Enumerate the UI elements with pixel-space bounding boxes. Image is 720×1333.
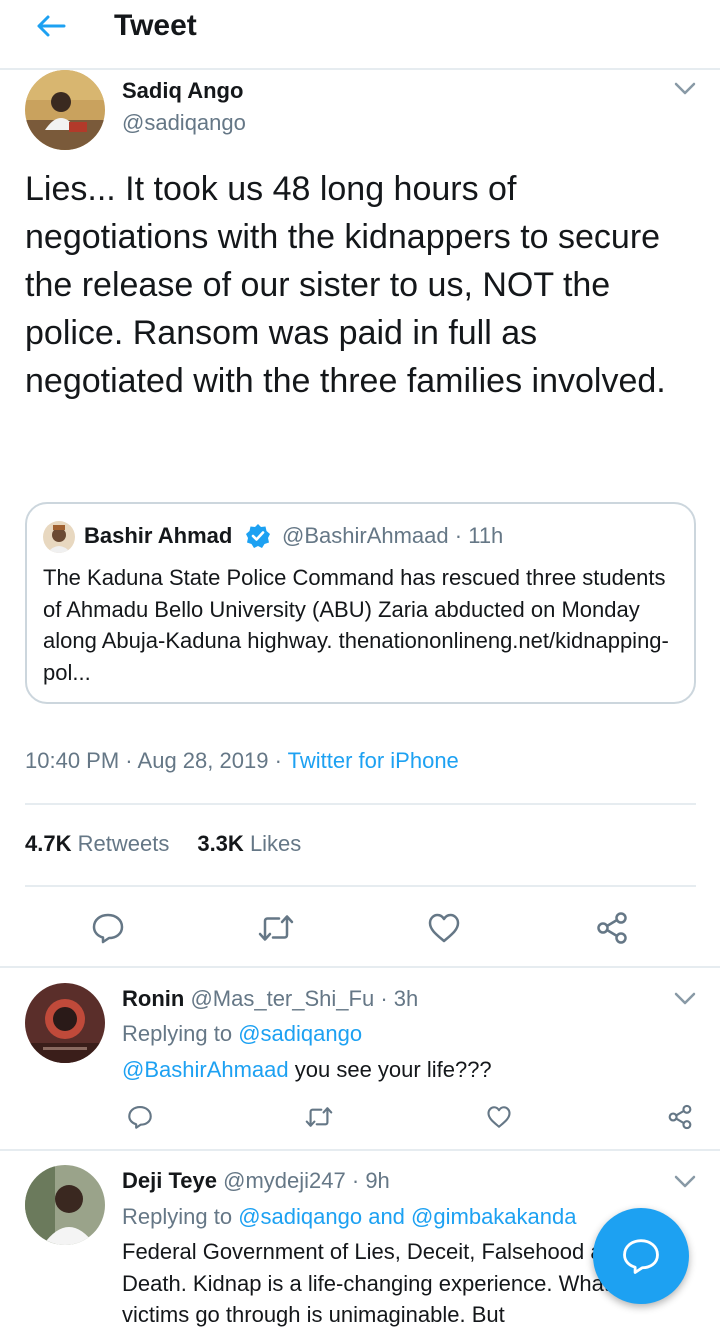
retweet-button[interactable] [254,906,298,950]
divider [25,803,696,805]
divider [0,966,720,968]
retweet-icon [258,915,294,941]
share-icon [597,912,627,944]
divider [25,885,696,887]
meta-separator: · [380,986,388,1011]
like-icon [428,913,460,943]
replying-to-handle[interactable]: @gimbakakanda [411,1204,576,1229]
mention-link[interactable]: @BashirAhmaad [122,1057,289,1082]
reply-avatar[interactable] [25,983,105,1063]
author-handle[interactable]: @sadiqango [122,108,246,138]
reply-retweet-button[interactable] [302,1101,336,1133]
reply-body: you see your life??? [294,1057,492,1082]
retweet-icon [305,1107,333,1127]
compose-reply-icon [623,1239,659,1274]
reply-options-button[interactable] [670,987,700,1011]
author-avatar[interactable] [25,70,105,150]
tweet-options-button[interactable] [670,77,700,101]
share-button[interactable] [590,906,634,950]
replying-to-handle[interactable]: @sadiqango [238,1021,362,1046]
reply-time: 9h [365,1168,390,1193]
replying-to-handle[interactable]: @sadiqango [238,1204,362,1229]
reply-options-button[interactable] [670,1170,700,1194]
tweet-date: Aug 28, 2019 [137,748,269,773]
reply-author: Ronin @Mas_ter_Shi_Fu · 3h [122,984,418,1014]
quoted-author-avatar [43,521,75,553]
meta-separator: · [125,748,133,773]
replying-to-label: Replying to [122,1021,233,1046]
tweet-timestamp: 10:40 PM · Aug 28, 2019 · Twitter for iP… [25,745,459,777]
meta-separator: · [454,523,463,548]
page-title: Tweet [114,9,197,42]
reply-author-name[interactable]: Ronin [122,986,184,1011]
back-arrow-icon [37,15,66,37]
reply-like-button[interactable] [483,1101,515,1133]
tweet-time: 10:40 PM [25,748,120,773]
likes-stat[interactable]: 3.3K Likes [197,831,301,856]
meta-separator: · [351,1168,360,1193]
reply-body: Federal Government of Lies, Deceit, Fals… [122,1239,647,1327]
like-button[interactable] [422,906,466,950]
retweets-stat[interactable]: 4.7K Retweets [25,831,169,856]
author-name[interactable]: Sadiq Ango [122,76,243,106]
like-icon [487,1106,511,1128]
reply-icon [128,1105,152,1129]
reply-icon [92,913,124,944]
chevron-down-icon [674,992,696,1005]
meta-separator: · [274,748,282,773]
quoted-meta: @BashirAhmaad · 11h [282,521,503,551]
back-button[interactable] [28,10,74,42]
reply-reply-button[interactable] [124,1101,156,1133]
reply-author: Deji Teye @mydeji247 · 9h [122,1166,390,1196]
verified-badge-icon [246,524,270,548]
quoted-tweet-card[interactable]: Bashir Ahmad @BashirAhmaad · 11h The Kad… [25,502,696,704]
chevron-down-icon [674,1175,696,1188]
chevron-down-icon [674,82,696,95]
reply-author-handle[interactable]: @mydeji247 [223,1168,346,1193]
replying-to: Replying to @sadiqango and @gimbakakanda [122,1202,592,1232]
replying-to: Replying to @sadiqango [122,1019,362,1049]
share-icon [668,1104,692,1130]
reply-author-handle[interactable]: @Mas_ter_Shi_Fu [190,986,374,1011]
reply-avatar[interactable] [25,1165,105,1245]
app-header: Tweet [0,0,720,70]
reply-share-button[interactable] [664,1101,696,1133]
reply-text: @BashirAhmaad you see your life??? [122,1054,702,1086]
tweet-text: Lies... It took us 48 long hours of nego… [25,170,666,400]
replying-to-label: Replying to [122,1204,233,1229]
quoted-tweet-text: The Kaduna State Police Command has resc… [43,565,669,685]
compose-reply-button[interactable] [593,1208,689,1304]
quoted-author-name: Bashir Ahmad [84,523,233,548]
divider [0,1149,720,1151]
reply-time: 3h [393,986,419,1011]
tweet-source-link[interactable]: Twitter for iPhone [288,748,459,773]
replying-to-and: and [368,1204,405,1229]
quoted-time: 11h [468,523,504,548]
quoted-author-handle: @BashirAhmaad [282,523,449,548]
reply-author-name[interactable]: Deji Teye [122,1168,217,1193]
reply-button[interactable] [86,906,130,950]
tweet-stats: 4.7K Retweets 3.3K Likes [25,828,301,860]
